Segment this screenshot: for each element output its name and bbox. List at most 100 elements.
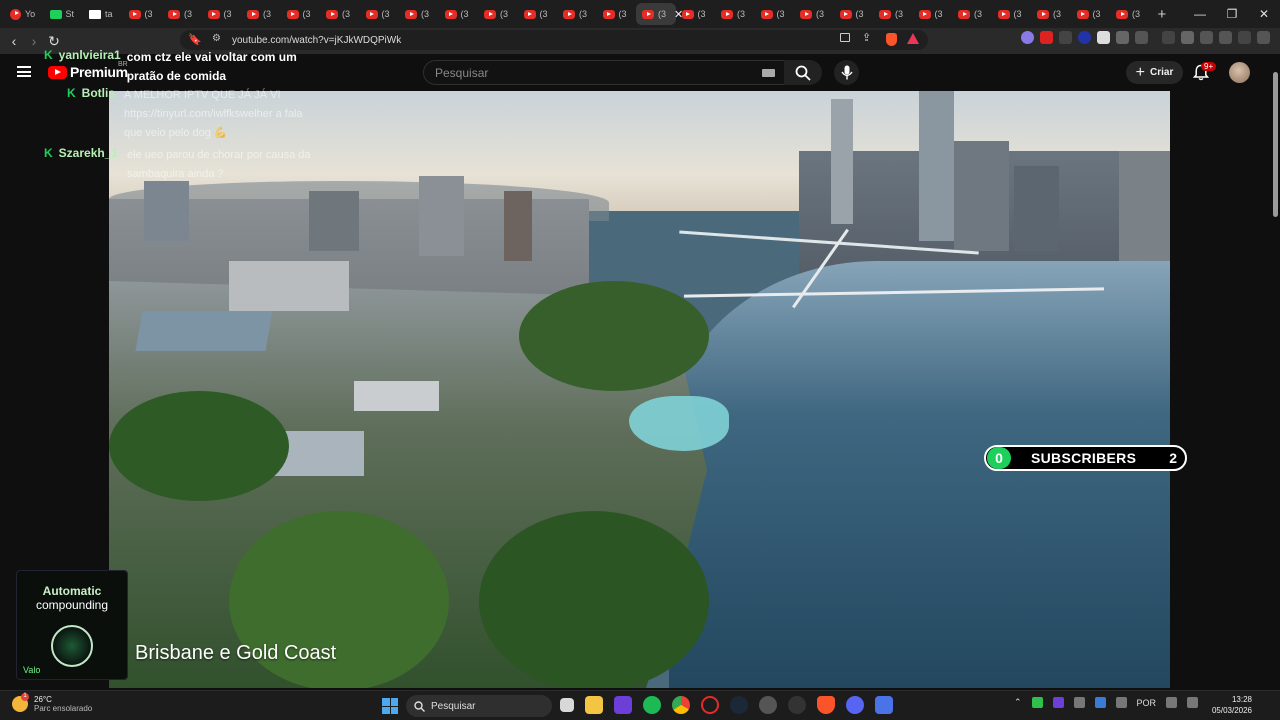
ad-card[interactable]: Automatic compounding Valo (16, 570, 128, 680)
browser-tab[interactable]: Yo (4, 3, 44, 25)
browser-tab[interactable]: (3 (676, 3, 716, 25)
browser-tab[interactable]: (3 ✕ (636, 3, 683, 25)
opera-icon[interactable] (701, 696, 719, 714)
microphone-icon[interactable] (1115, 697, 1127, 708)
clock[interactable]: 13:28 05/03/2026 (1208, 694, 1252, 716)
leo-icon[interactable] (1219, 31, 1232, 44)
minimize-button[interactable]: — (1184, 0, 1216, 28)
browser-tab[interactable]: (3 (597, 3, 637, 25)
brave-rewards-icon[interactable] (907, 33, 919, 44)
extension-icon[interactable] (1078, 31, 1091, 44)
browser-tab[interactable]: (3 (123, 3, 163, 25)
weather-widget[interactable]: 1 26°C Parc ensolarado (12, 693, 92, 713)
task-view-icon[interactable] (560, 698, 574, 712)
tab-label: (3 (1092, 9, 1101, 19)
sun-icon: 1 (12, 693, 29, 712)
chat-username: Botlis (81, 86, 116, 100)
tray-app-icon[interactable] (1052, 697, 1064, 708)
browser-tab[interactable]: (3 (557, 3, 597, 25)
media-icon[interactable] (1162, 31, 1175, 44)
video-building (504, 191, 532, 261)
browser-tab[interactable]: (3 (241, 3, 281, 25)
menu-icon[interactable] (17, 66, 31, 77)
browser-tab[interactable]: (3 (1071, 3, 1111, 25)
browser-tab[interactable]: (3 (992, 3, 1032, 25)
create-button[interactable]: + Criar (1126, 61, 1183, 84)
reload-icon[interactable]: ↻ (44, 33, 64, 50)
app-grid-icon[interactable] (614, 696, 632, 714)
brave-shields-icon[interactable] (886, 33, 897, 46)
app-icon[interactable] (875, 696, 893, 714)
search-input[interactable]: Pesquisar (423, 60, 785, 85)
discord-icon[interactable] (846, 696, 864, 714)
scrollbar-thumb[interactable] (1273, 72, 1278, 217)
file-explorer-icon[interactable] (585, 696, 603, 714)
cast-icon[interactable] (840, 33, 850, 42)
voice-search-button[interactable] (834, 60, 859, 85)
site-info-icon[interactable]: ⚙ (212, 33, 221, 44)
app-icon[interactable] (788, 696, 806, 714)
browser-tab[interactable]: (3 (281, 3, 321, 25)
video-caption: Brisbane e Gold Coast (135, 642, 337, 664)
browser-tab[interactable]: St (44, 3, 84, 25)
extension-icon[interactable] (1059, 31, 1072, 44)
extension-icon[interactable] (1135, 31, 1148, 44)
youtube-icon (721, 9, 733, 19)
browser-tab[interactable]: (3 (360, 3, 400, 25)
chrome-icon[interactable] (672, 696, 690, 714)
avatar[interactable] (1229, 62, 1250, 83)
tray-app-icon[interactable] (1073, 697, 1085, 708)
url-text[interactable]: youtube.com/watch?v=jKJkWDQPiWk (232, 35, 401, 46)
bookmark-icon[interactable]: 🔖 (188, 33, 202, 46)
back-icon[interactable]: ‹ (4, 33, 24, 49)
browser-tab[interactable]: (3 (794, 3, 834, 25)
browser-tab[interactable]: (3 (1031, 3, 1071, 25)
taskbar-search[interactable]: Pesquisar (406, 695, 552, 717)
forward-icon[interactable]: › (24, 33, 44, 49)
browser-tab[interactable]: (3 (913, 3, 953, 25)
bluetooth-icon[interactable] (1094, 697, 1106, 708)
wifi-icon[interactable] (1166, 697, 1178, 708)
extension-icon[interactable] (1021, 31, 1034, 44)
youtube-icon (247, 9, 259, 19)
brave-icon[interactable] (817, 696, 835, 714)
address-bar[interactable]: 🔖 ⚙ youtube.com/watch?v=jKJkWDQPiWk ⇪ (180, 30, 928, 50)
browser-tab[interactable]: (3 (518, 3, 558, 25)
browser-tab[interactable]: (3 (834, 3, 874, 25)
search-button[interactable] (784, 60, 822, 85)
browser-tab[interactable]: (3 (478, 3, 518, 25)
chevron-up-icon[interactable]: ⌃ (1014, 697, 1022, 708)
maximize-button[interactable]: ❐ (1216, 0, 1248, 28)
sidebar-icon[interactable] (1181, 31, 1194, 44)
spotify-icon[interactable] (643, 696, 661, 714)
browser-tab[interactable]: (3 (715, 3, 755, 25)
browser-tab[interactable]: (3 (1110, 3, 1150, 25)
vpn-icon[interactable] (1238, 31, 1251, 44)
new-tab-button[interactable]: + (1158, 6, 1167, 23)
browser-tab[interactable]: (3 (399, 3, 439, 25)
browser-tab[interactable]: ta (83, 3, 123, 25)
share-icon[interactable]: ⇪ (862, 31, 871, 44)
browser-tab[interactable]: (3 (873, 3, 913, 25)
close-window-button[interactable]: ✕ (1248, 0, 1280, 28)
video-building (229, 261, 349, 311)
browser-tab[interactable]: (3 (439, 3, 479, 25)
browser-tab[interactable]: (3 (162, 3, 202, 25)
steam-icon[interactable] (730, 696, 748, 714)
extension-icon[interactable] (1097, 31, 1110, 44)
extension-icon[interactable] (1040, 31, 1053, 44)
keyboard-icon[interactable] (762, 69, 775, 77)
browser-tab[interactable]: (3 (320, 3, 360, 25)
browser-tab[interactable]: (3 (755, 3, 795, 25)
browser-tab[interactable]: (3 (202, 3, 242, 25)
browser-tab[interactable]: (3 (952, 3, 992, 25)
language-indicator[interactable]: POR (1137, 698, 1157, 708)
wallet-icon[interactable] (1200, 31, 1213, 44)
menu-icon[interactable] (1257, 31, 1270, 44)
extension-icon[interactable] (1116, 31, 1129, 44)
volume-icon[interactable] (1187, 697, 1199, 708)
tab-label: (3 (974, 9, 983, 19)
tray-app-icon[interactable] (1031, 697, 1043, 708)
windows-start-icon[interactable] (382, 698, 398, 714)
app-icon[interactable] (759, 696, 777, 714)
